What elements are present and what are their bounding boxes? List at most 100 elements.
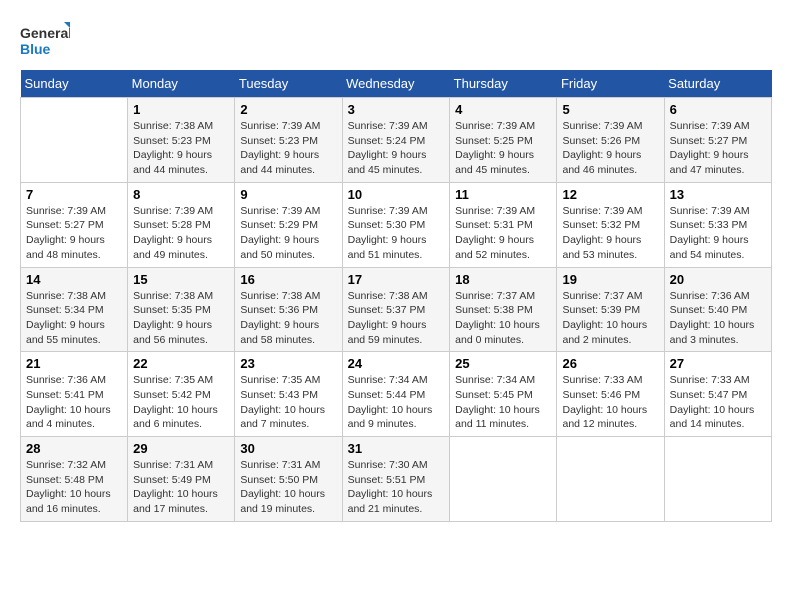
day-info: Sunrise: 7:30 AMSunset: 5:51 PMDaylight:…	[348, 458, 445, 517]
day-info: Sunrise: 7:34 AMSunset: 5:44 PMDaylight:…	[348, 373, 445, 432]
day-number: 27	[670, 356, 766, 371]
day-number: 8	[133, 187, 229, 202]
calendar-cell: 19 Sunrise: 7:37 AMSunset: 5:39 PMDayligh…	[557, 267, 664, 352]
day-number: 18	[455, 272, 551, 287]
calendar-cell: 31 Sunrise: 7:30 AMSunset: 5:51 PMDayligh…	[342, 437, 450, 522]
svg-text:General: General	[20, 25, 70, 41]
day-header-saturday: Saturday	[664, 70, 771, 98]
day-header-monday: Monday	[128, 70, 235, 98]
day-info: Sunrise: 7:38 AMSunset: 5:34 PMDaylight:…	[26, 289, 122, 348]
week-row-5: 28 Sunrise: 7:32 AMSunset: 5:48 PMDayligh…	[21, 437, 772, 522]
day-header-sunday: Sunday	[21, 70, 128, 98]
day-number: 28	[26, 441, 122, 456]
day-number: 14	[26, 272, 122, 287]
day-info: Sunrise: 7:34 AMSunset: 5:45 PMDaylight:…	[455, 373, 551, 432]
calendar-cell: 25 Sunrise: 7:34 AMSunset: 5:45 PMDayligh…	[450, 352, 557, 437]
day-header-tuesday: Tuesday	[235, 70, 342, 98]
day-number: 30	[240, 441, 336, 456]
logo: General Blue	[20, 20, 70, 60]
day-header-wednesday: Wednesday	[342, 70, 450, 98]
svg-text:Blue: Blue	[20, 41, 51, 57]
day-header-thursday: Thursday	[450, 70, 557, 98]
calendar-cell: 9 Sunrise: 7:39 AMSunset: 5:29 PMDaylight…	[235, 182, 342, 267]
day-number: 2	[240, 102, 336, 117]
day-number: 29	[133, 441, 229, 456]
day-number: 21	[26, 356, 122, 371]
calendar-cell: 3Sunrise: 7:39 AMSunset: 5:24 PMDaylight…	[342, 98, 450, 183]
calendar-cell	[450, 437, 557, 522]
week-row-2: 7 Sunrise: 7:39 AMSunset: 5:27 PMDaylight…	[21, 182, 772, 267]
day-number: 22	[133, 356, 229, 371]
calendar-cell: 4 Sunrise: 7:39 AMSunset: 5:25 PMDaylight…	[450, 98, 557, 183]
day-number: 15	[133, 272, 229, 287]
calendar-cell: 7 Sunrise: 7:39 AMSunset: 5:27 PMDaylight…	[21, 182, 128, 267]
day-number: 10	[348, 187, 445, 202]
calendar-cell	[557, 437, 664, 522]
day-info: Sunrise: 7:32 AMSunset: 5:48 PMDaylight:…	[26, 458, 122, 517]
page-header: General Blue	[20, 20, 772, 60]
day-number: 9	[240, 187, 336, 202]
calendar-cell	[664, 437, 771, 522]
day-number: 19	[562, 272, 658, 287]
day-number: 17	[348, 272, 445, 287]
calendar-cell: 5 Sunrise: 7:39 AMSunset: 5:26 PMDaylight…	[557, 98, 664, 183]
day-info: Sunrise: 7:39 AMSunset: 5:26 PMDaylight:…	[562, 119, 658, 178]
logo-svg: General Blue	[20, 20, 70, 60]
calendar-cell: 1Sunrise: 7:38 AMSunset: 5:23 PMDaylight…	[128, 98, 235, 183]
calendar-cell: 14 Sunrise: 7:38 AMSunset: 5:34 PMDayligh…	[21, 267, 128, 352]
day-info: Sunrise: 7:35 AMSunset: 5:42 PMDaylight:…	[133, 373, 229, 432]
day-info: Sunrise: 7:39 AMSunset: 5:29 PMDaylight:…	[240, 204, 336, 263]
calendar-cell: 2 Sunrise: 7:39 AMSunset: 5:23 PMDaylight…	[235, 98, 342, 183]
day-info: Sunrise: 7:39 AMSunset: 5:24 PMDaylight:…	[348, 119, 445, 178]
calendar-cell: 22 Sunrise: 7:35 AMSunset: 5:42 PMDayligh…	[128, 352, 235, 437]
day-number: 26	[562, 356, 658, 371]
calendar-cell: 20 Sunrise: 7:36 AMSunset: 5:40 PMDayligh…	[664, 267, 771, 352]
calendar-cell: 24 Sunrise: 7:34 AMSunset: 5:44 PMDayligh…	[342, 352, 450, 437]
week-row-4: 21 Sunrise: 7:36 AMSunset: 5:41 PMDayligh…	[21, 352, 772, 437]
day-info: Sunrise: 7:39 AMSunset: 5:33 PMDaylight:…	[670, 204, 766, 263]
calendar-cell: 12Sunrise: 7:39 AMSunset: 5:32 PMDayligh…	[557, 182, 664, 267]
day-info: Sunrise: 7:38 AMSunset: 5:36 PMDaylight:…	[240, 289, 336, 348]
day-info: Sunrise: 7:37 AMSunset: 5:39 PMDaylight:…	[562, 289, 658, 348]
day-number: 5	[562, 102, 658, 117]
calendar-cell: 18 Sunrise: 7:37 AMSunset: 5:38 PMDayligh…	[450, 267, 557, 352]
calendar-header-row: SundayMondayTuesdayWednesdayThursdayFrid…	[21, 70, 772, 98]
day-number: 6	[670, 102, 766, 117]
day-info: Sunrise: 7:37 AMSunset: 5:38 PMDaylight:…	[455, 289, 551, 348]
day-number: 13	[670, 187, 766, 202]
day-info: Sunrise: 7:36 AMSunset: 5:40 PMDaylight:…	[670, 289, 766, 348]
calendar-cell: 17 Sunrise: 7:38 AMSunset: 5:37 PMDayligh…	[342, 267, 450, 352]
day-number: 4	[455, 102, 551, 117]
day-number: 7	[26, 187, 122, 202]
calendar-cell: 28 Sunrise: 7:32 AMSunset: 5:48 PMDayligh…	[21, 437, 128, 522]
day-number: 31	[348, 441, 445, 456]
day-number: 24	[348, 356, 445, 371]
calendar-cell: 26 Sunrise: 7:33 AMSunset: 5:46 PMDayligh…	[557, 352, 664, 437]
day-info: Sunrise: 7:39 AMSunset: 5:27 PMDaylight:…	[26, 204, 122, 263]
day-info: Sunrise: 7:39 AMSunset: 5:30 PMDaylight:…	[348, 204, 445, 263]
day-info: Sunrise: 7:33 AMSunset: 5:46 PMDaylight:…	[562, 373, 658, 432]
week-row-3: 14 Sunrise: 7:38 AMSunset: 5:34 PMDayligh…	[21, 267, 772, 352]
day-info: Sunrise: 7:38 AMSunset: 5:37 PMDaylight:…	[348, 289, 445, 348]
calendar-table: SundayMondayTuesdayWednesdayThursdayFrid…	[20, 70, 772, 522]
day-info: Sunrise: 7:31 AMSunset: 5:50 PMDaylight:…	[240, 458, 336, 517]
calendar-cell: 16 Sunrise: 7:38 AMSunset: 5:36 PMDayligh…	[235, 267, 342, 352]
day-number: 25	[455, 356, 551, 371]
calendar-cell: 8Sunrise: 7:39 AMSunset: 5:28 PMDaylight…	[128, 182, 235, 267]
day-number: 20	[670, 272, 766, 287]
week-row-1: 1Sunrise: 7:38 AMSunset: 5:23 PMDaylight…	[21, 98, 772, 183]
day-info: Sunrise: 7:39 AMSunset: 5:27 PMDaylight:…	[670, 119, 766, 178]
day-info: Sunrise: 7:39 AMSunset: 5:25 PMDaylight:…	[455, 119, 551, 178]
calendar-cell: 29Sunrise: 7:31 AMSunset: 5:49 PMDayligh…	[128, 437, 235, 522]
calendar-cell: 30 Sunrise: 7:31 AMSunset: 5:50 PMDayligh…	[235, 437, 342, 522]
day-number: 16	[240, 272, 336, 287]
day-info: Sunrise: 7:39 AMSunset: 5:23 PMDaylight:…	[240, 119, 336, 178]
day-header-friday: Friday	[557, 70, 664, 98]
calendar-cell: 6 Sunrise: 7:39 AMSunset: 5:27 PMDaylight…	[664, 98, 771, 183]
day-number: 11	[455, 187, 551, 202]
day-info: Sunrise: 7:38 AMSunset: 5:23 PMDaylight:…	[133, 119, 229, 178]
day-info: Sunrise: 7:36 AMSunset: 5:41 PMDaylight:…	[26, 373, 122, 432]
day-info: Sunrise: 7:38 AMSunset: 5:35 PMDaylight:…	[133, 289, 229, 348]
day-number: 23	[240, 356, 336, 371]
calendar-cell: 21 Sunrise: 7:36 AMSunset: 5:41 PMDayligh…	[21, 352, 128, 437]
